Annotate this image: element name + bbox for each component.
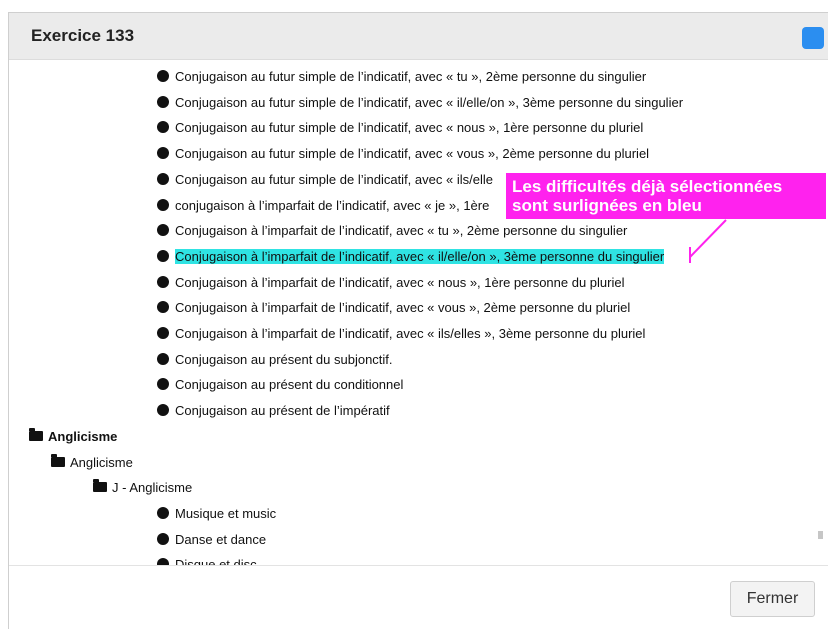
callout-pointer bbox=[689, 219, 727, 263]
